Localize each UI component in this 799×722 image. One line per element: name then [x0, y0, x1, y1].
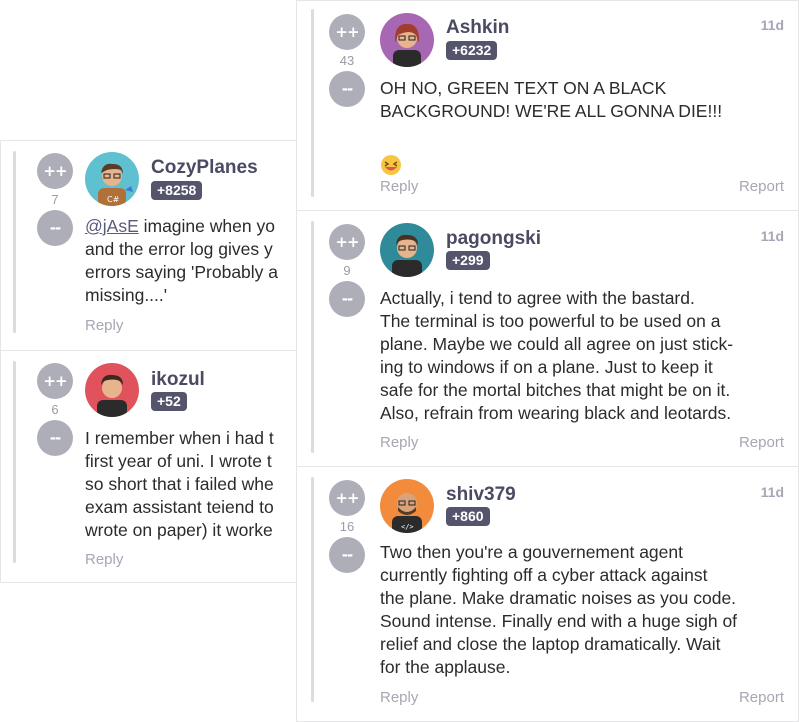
avatar[interactable]	[85, 363, 139, 417]
vote-count: 9	[343, 263, 351, 278]
timestamp: 11d	[760, 228, 784, 244]
comment-body: @jAsE imagine when yo and the error log …	[85, 216, 279, 305]
reply-link[interactable]: Reply	[85, 551, 123, 568]
comment-body: Actually, i tend to agree with the basta…	[380, 288, 734, 423]
avatar-image	[380, 13, 434, 67]
avatar[interactable]	[380, 13, 434, 67]
thread-line	[13, 151, 16, 333]
avatar-image	[380, 223, 434, 277]
upvote-button[interactable]: ++	[329, 14, 365, 50]
vote-count: 43	[339, 53, 355, 68]
reply-link[interactable]: Reply	[380, 434, 418, 451]
upvote-button[interactable]: ++	[329, 224, 365, 260]
username[interactable]: Ashkin	[446, 17, 509, 39]
comment-card-ikozul: ++ 6 -- ikozul +52 I remember when i had…	[0, 350, 300, 583]
vote-column: ++ 7 --	[36, 153, 74, 246]
downvote-button[interactable]: --	[37, 210, 73, 246]
vote-column: ++ 6 --	[36, 363, 74, 456]
downvote-button[interactable]: --	[37, 420, 73, 456]
username[interactable]: pagongski	[446, 228, 541, 250]
comment-card-cozyplanes: ++ 7 -- C# CozyPlanes +8258 @jAsE imagin…	[0, 140, 300, 351]
comment-body: Two then you're a gouvernement agent cur…	[380, 542, 738, 677]
avatar-image: C#	[85, 152, 139, 206]
comment-body: I remember when i had t first year of un…	[85, 428, 274, 540]
mention-link[interactable]: @jAsE	[85, 216, 139, 236]
comment-card-pagongski: ++ 9 -- pagongski +299 11d Actually, i t…	[296, 210, 799, 467]
reputation-badge: +52	[151, 392, 187, 411]
svg-text:C#: C#	[107, 195, 120, 204]
reply-link[interactable]: Reply	[380, 178, 418, 195]
avatar-image: </>	[380, 479, 434, 533]
username[interactable]: ikozul	[151, 369, 205, 391]
avatar[interactable]	[380, 223, 434, 277]
vote-count: 7	[51, 192, 59, 207]
avatar-image	[85, 363, 139, 417]
avatar[interactable]: </>	[380, 479, 434, 533]
thread-line	[311, 477, 314, 702]
vote-column: ++ 9 --	[328, 224, 366, 317]
report-link[interactable]: Report	[739, 434, 784, 451]
reply-link[interactable]: Reply	[85, 317, 123, 334]
upvote-button[interactable]: ++	[329, 480, 365, 516]
vote-column: ++ 43 --	[328, 14, 366, 107]
downvote-button[interactable]: --	[329, 281, 365, 317]
timestamp: 11d	[760, 17, 784, 33]
laughing-emoji-icon	[381, 155, 401, 175]
comment-card-shiv379: ++ 16 -- </> shiv379 +860 11d Two then y…	[296, 466, 799, 722]
thread-line	[311, 9, 314, 197]
thread-line	[311, 221, 314, 453]
downvote-button[interactable]: --	[329, 71, 365, 107]
vote-count: 6	[51, 402, 59, 417]
comment-body: OH NO, GREEN TEXT ON A BLACK BACKGROUND!…	[380, 77, 790, 182]
avatar[interactable]: C#	[85, 152, 139, 206]
vote-column: ++ 16 --	[328, 480, 366, 573]
svg-text:</>: </>	[401, 523, 414, 531]
username[interactable]: shiv379	[446, 484, 516, 506]
upvote-button[interactable]: ++	[37, 153, 73, 189]
downvote-button[interactable]: --	[329, 537, 365, 573]
username[interactable]: CozyPlanes	[151, 157, 258, 179]
report-link[interactable]: Report	[739, 689, 784, 706]
comment-card-ashkin: ++ 43 -- Ashkin +6232 11d OH NO, GREEN T…	[296, 0, 799, 211]
vote-count: 16	[339, 519, 355, 534]
thread-line	[13, 361, 16, 563]
reputation-badge: +299	[446, 251, 490, 270]
timestamp: 11d	[760, 484, 784, 500]
reply-link[interactable]: Reply	[380, 689, 418, 706]
reputation-badge: +860	[446, 507, 490, 526]
report-link[interactable]: Report	[739, 178, 784, 195]
upvote-button[interactable]: ++	[37, 363, 73, 399]
reputation-badge: +6232	[446, 41, 498, 60]
reputation-badge: +8258	[151, 181, 203, 200]
